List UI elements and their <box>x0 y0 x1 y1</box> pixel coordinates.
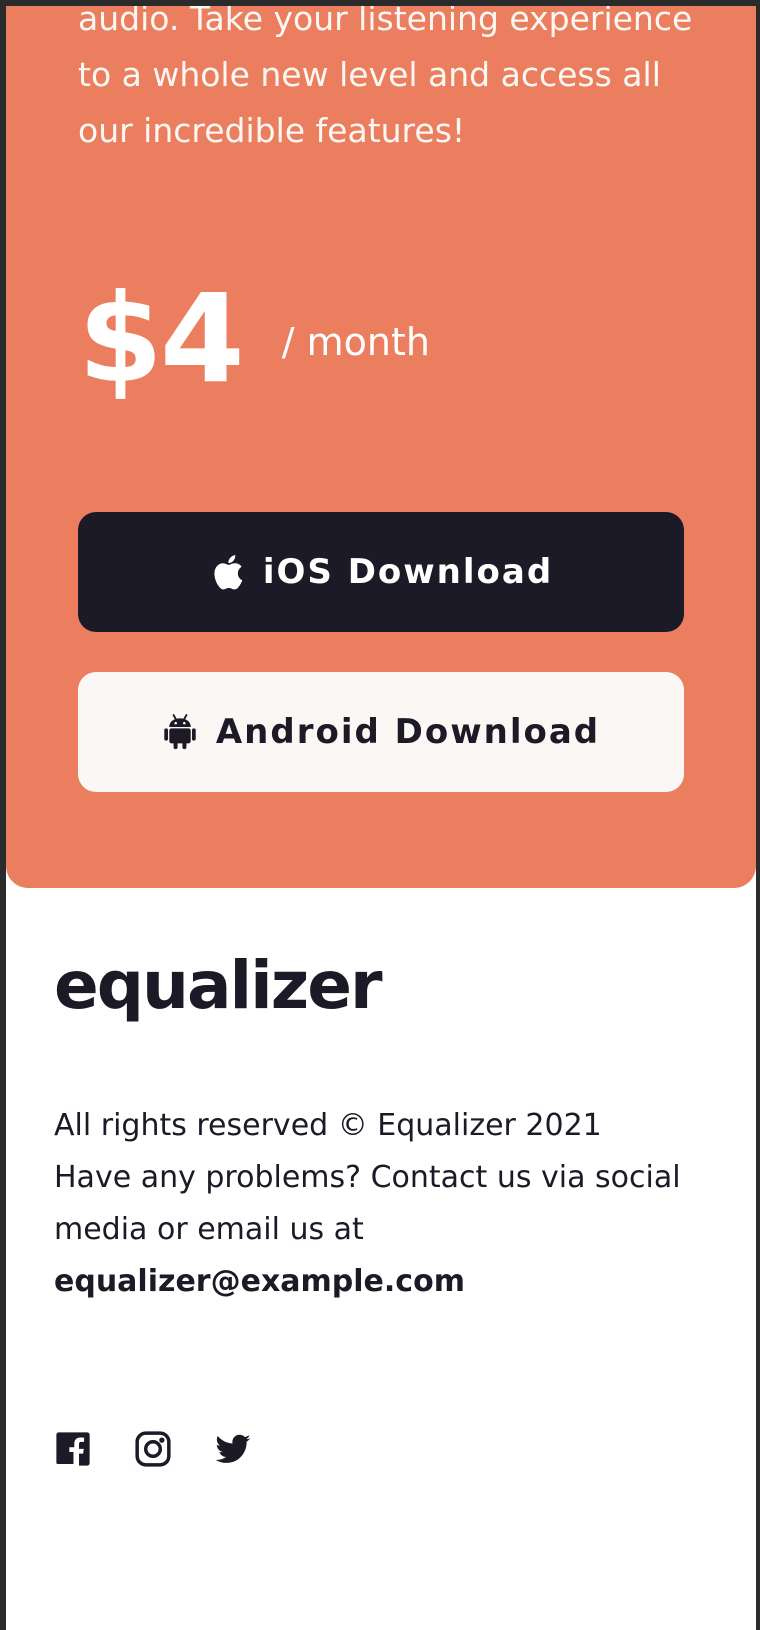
copyright-text: All rights reserved © Equalizer 2021 <box>54 1108 602 1143</box>
promo-section: audio. Take your listening experience to… <box>6 6 756 888</box>
price-display: $4 / month <box>78 264 430 414</box>
instagram-icon <box>135 1431 171 1467</box>
ios-download-label: iOS Download <box>262 552 554 592</box>
price-amount: $4 <box>78 268 245 410</box>
email-link[interactable]: equalizer@example.com <box>54 1256 694 1308</box>
twitter-link[interactable] <box>214 1430 252 1468</box>
android-download-label: Android Download <box>215 712 601 752</box>
instagram-link[interactable] <box>134 1430 172 1468</box>
ios-download-button[interactable]: iOS Download <box>78 512 684 632</box>
footer-info: All rights reserved © Equalizer 2021 Hav… <box>54 1100 694 1308</box>
page-frame: audio. Take your listening experience to… <box>0 0 760 1630</box>
social-links <box>54 1430 252 1468</box>
facebook-icon <box>56 1432 90 1466</box>
promo-description: audio. Take your listening experience to… <box>78 0 693 150</box>
apple-icon <box>209 552 245 592</box>
footer-logo: equalizer <box>54 947 383 1024</box>
price-period: / month <box>281 320 430 364</box>
android-download-button[interactable]: Android Download <box>78 672 684 792</box>
contact-text: Have any problems? Contact us via social… <box>54 1160 681 1247</box>
android-icon <box>162 712 198 752</box>
twitter-icon <box>215 1434 251 1463</box>
facebook-link[interactable] <box>54 1430 92 1468</box>
